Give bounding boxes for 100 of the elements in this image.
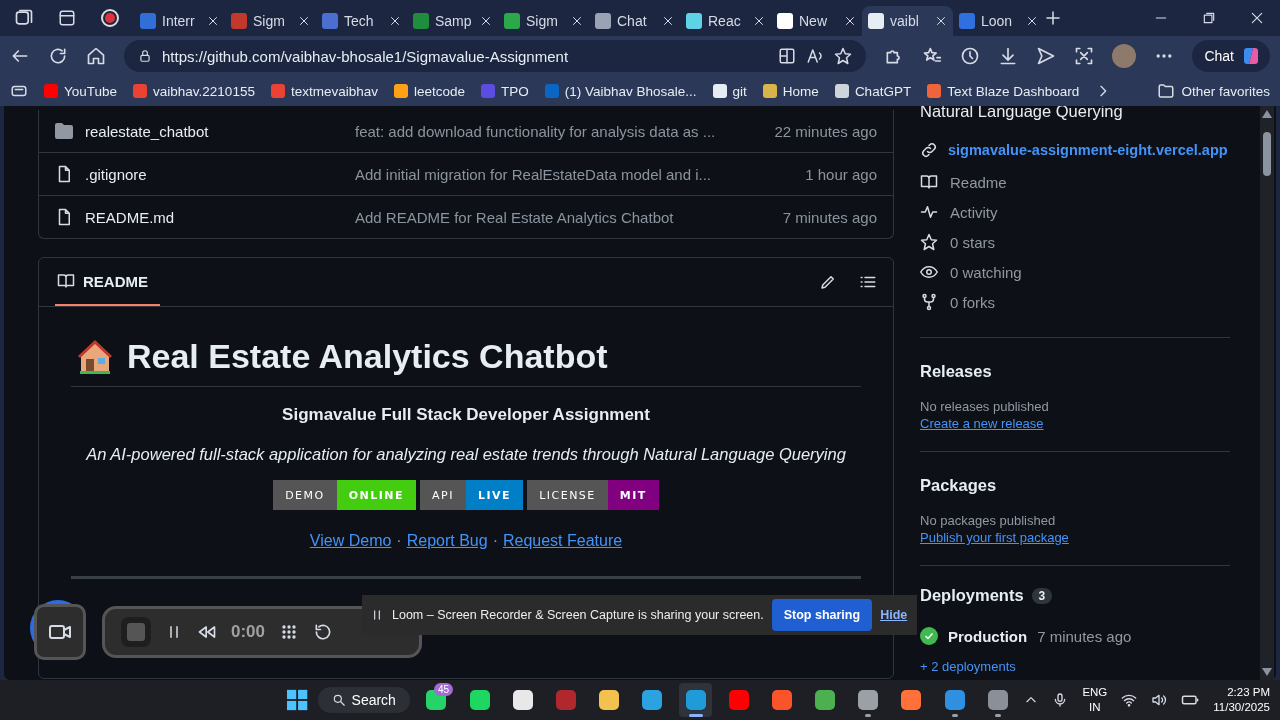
speaker-icon[interactable] [1151, 692, 1168, 708]
scroll-thumb[interactable] [1263, 132, 1271, 176]
chat-button[interactable]: Chat [1192, 40, 1270, 72]
success-check-icon [920, 627, 938, 645]
browser-tab[interactable]: Reac [680, 6, 771, 36]
separator-dot: · [396, 532, 402, 550]
taskbar-app[interactable]: 45 [419, 683, 454, 717]
bookmark[interactable]: TPO [481, 83, 529, 99]
close-icon[interactable] [389, 15, 401, 27]
other-favorites[interactable]: Other favorites [1157, 82, 1270, 100]
history-icon[interactable] [960, 46, 981, 66]
section-heading[interactable]: Packages [920, 476, 1230, 495]
close-icon[interactable] [207, 15, 219, 27]
repo-stat[interactable]: 0 forks [920, 287, 1230, 317]
repo-stat[interactable]: Activity [920, 197, 1230, 227]
readme-subtitle: Sigmavalue Full Stack Developer Assignment [282, 405, 650, 425]
address-bar[interactable]: https://github.com/vaibhav-bhosale1/Sigmavalue-Assignment [124, 40, 867, 72]
wifi-icon[interactable] [1121, 692, 1138, 708]
profile-avatar[interactable] [1112, 44, 1137, 68]
close-icon[interactable] [935, 15, 947, 27]
star-icon [920, 233, 938, 251]
browser-tab[interactable]: New [771, 6, 862, 36]
close-icon[interactable] [480, 15, 492, 27]
new-tab-icon[interactable] [1044, 9, 1062, 27]
home-icon[interactable] [86, 46, 106, 66]
browser-tab[interactable]: Chat [589, 6, 680, 36]
fork-icon [920, 293, 938, 311]
bookmark[interactable]: YouTube [44, 83, 118, 99]
repo-stat[interactable]: 0 stars [920, 227, 1230, 257]
browser-tab[interactable]: Loon [953, 6, 1044, 36]
bookmark[interactable]: git [712, 83, 747, 99]
refresh-icon[interactable] [48, 46, 68, 66]
close-icon[interactable] [753, 15, 765, 27]
more-deployments-link[interactable]: + 2 deployments [920, 659, 1230, 674]
commit-message[interactable]: feat: add download functionality for analysis data as ... [355, 122, 775, 140]
readme-tab[interactable]: README [55, 258, 160, 306]
bookmark[interactable]: vaibhav.2210155 [133, 83, 255, 99]
star-icon[interactable] [834, 47, 853, 65]
hide-link[interactable]: Hide [880, 608, 908, 622]
camera-button[interactable] [34, 604, 86, 660]
read-aloud-icon[interactable] [806, 47, 825, 65]
folder-icon [55, 123, 73, 139]
browser-tab[interactable]: Interr [134, 6, 225, 36]
pencil-icon[interactable] [819, 273, 837, 291]
taskbar-app[interactable] [678, 683, 713, 717]
language-indicator[interactable]: ENG IN [1082, 685, 1108, 715]
windows-start-icon[interactable] [287, 689, 308, 711]
scrollbar[interactable] [1260, 106, 1274, 680]
close-icon[interactable] [298, 15, 310, 27]
repo-stat[interactable]: 0 watching [920, 257, 1230, 287]
eye-icon [920, 263, 938, 281]
sharing-message: Loom – Screen Recorder & Screen Capture is sharing your screen. [392, 608, 764, 622]
book-icon [920, 173, 938, 191]
commit-time: 1 hour ago [805, 165, 877, 183]
commit-message[interactable]: Add initial migration for RealEstateData model and i... [355, 165, 806, 183]
readme-link[interactable]: Request Feature [502, 532, 623, 550]
commit-message[interactable]: Add README for Real Estate Analytics Chatbot [355, 208, 783, 226]
bookmark[interactable]: (1) Vaibhav Bhosale... [544, 83, 697, 99]
link-icon [920, 141, 938, 159]
bookmark[interactable]: Home [762, 83, 819, 99]
clock[interactable]: 2:23 PM 11/30/2025 [1213, 685, 1270, 715]
readme-link[interactable]: View Demo [309, 532, 392, 550]
tab-actions-icon[interactable] [58, 9, 76, 27]
readme-link[interactable]: Report Bug [406, 532, 488, 550]
bookmark[interactable]: Text Blaze Dashboard [927, 83, 1080, 99]
close-icon[interactable] [662, 15, 674, 27]
file-name[interactable]: .gitignore [55, 165, 355, 183]
scroll-up-icon[interactable] [1262, 110, 1272, 118]
lock-icon [138, 49, 152, 63]
bookmark[interactable]: leetcode [393, 83, 465, 99]
bookmark[interactable]: ChatGPT [834, 83, 912, 99]
close-icon[interactable] [844, 15, 856, 27]
browser-tab[interactable]: Sigm [225, 6, 316, 36]
split-screen-icon[interactable] [778, 47, 797, 65]
section-heading[interactable]: Releases [920, 362, 1230, 381]
bookmark[interactable]: textmevaibhav [270, 83, 378, 99]
close-icon[interactable] [1250, 11, 1264, 25]
send-icon[interactable] [1036, 46, 1057, 66]
record-icon[interactable] [100, 8, 120, 28]
scroll-down-icon[interactable] [1262, 668, 1272, 676]
repo-stat[interactable]: Readme [920, 167, 1230, 197]
browser-tab[interactable]: vaibl [862, 6, 953, 36]
section-heading[interactable]: Deployments [920, 586, 1024, 605]
close-icon[interactable] [1026, 15, 1038, 27]
browser-tab[interactable]: Tech [316, 6, 407, 36]
file-name[interactable]: README.md [55, 208, 355, 226]
browser-tab[interactable]: Samp [407, 6, 498, 36]
browser-tab[interactable]: Sigm [498, 6, 589, 36]
file-name[interactable]: realestate_chatbot [55, 122, 355, 140]
section-link[interactable]: Create a new release [920, 416, 1044, 431]
book-icon [57, 272, 75, 290]
section-link[interactable]: Publish your first package [920, 530, 1069, 545]
taskbar-search[interactable]: Search [317, 687, 410, 713]
stop-sharing-button[interactable]: Stop sharing [771, 599, 873, 631]
deployment-name[interactable]: Production [948, 627, 1028, 645]
close-icon[interactable] [571, 15, 583, 27]
website-link[interactable]: sigmavalue-assignment-eight.vercel.app [920, 141, 1230, 159]
screenshot-icon[interactable] [1074, 46, 1095, 66]
restore-icon[interactable] [1202, 11, 1216, 25]
workspaces-icon[interactable] [14, 8, 34, 28]
